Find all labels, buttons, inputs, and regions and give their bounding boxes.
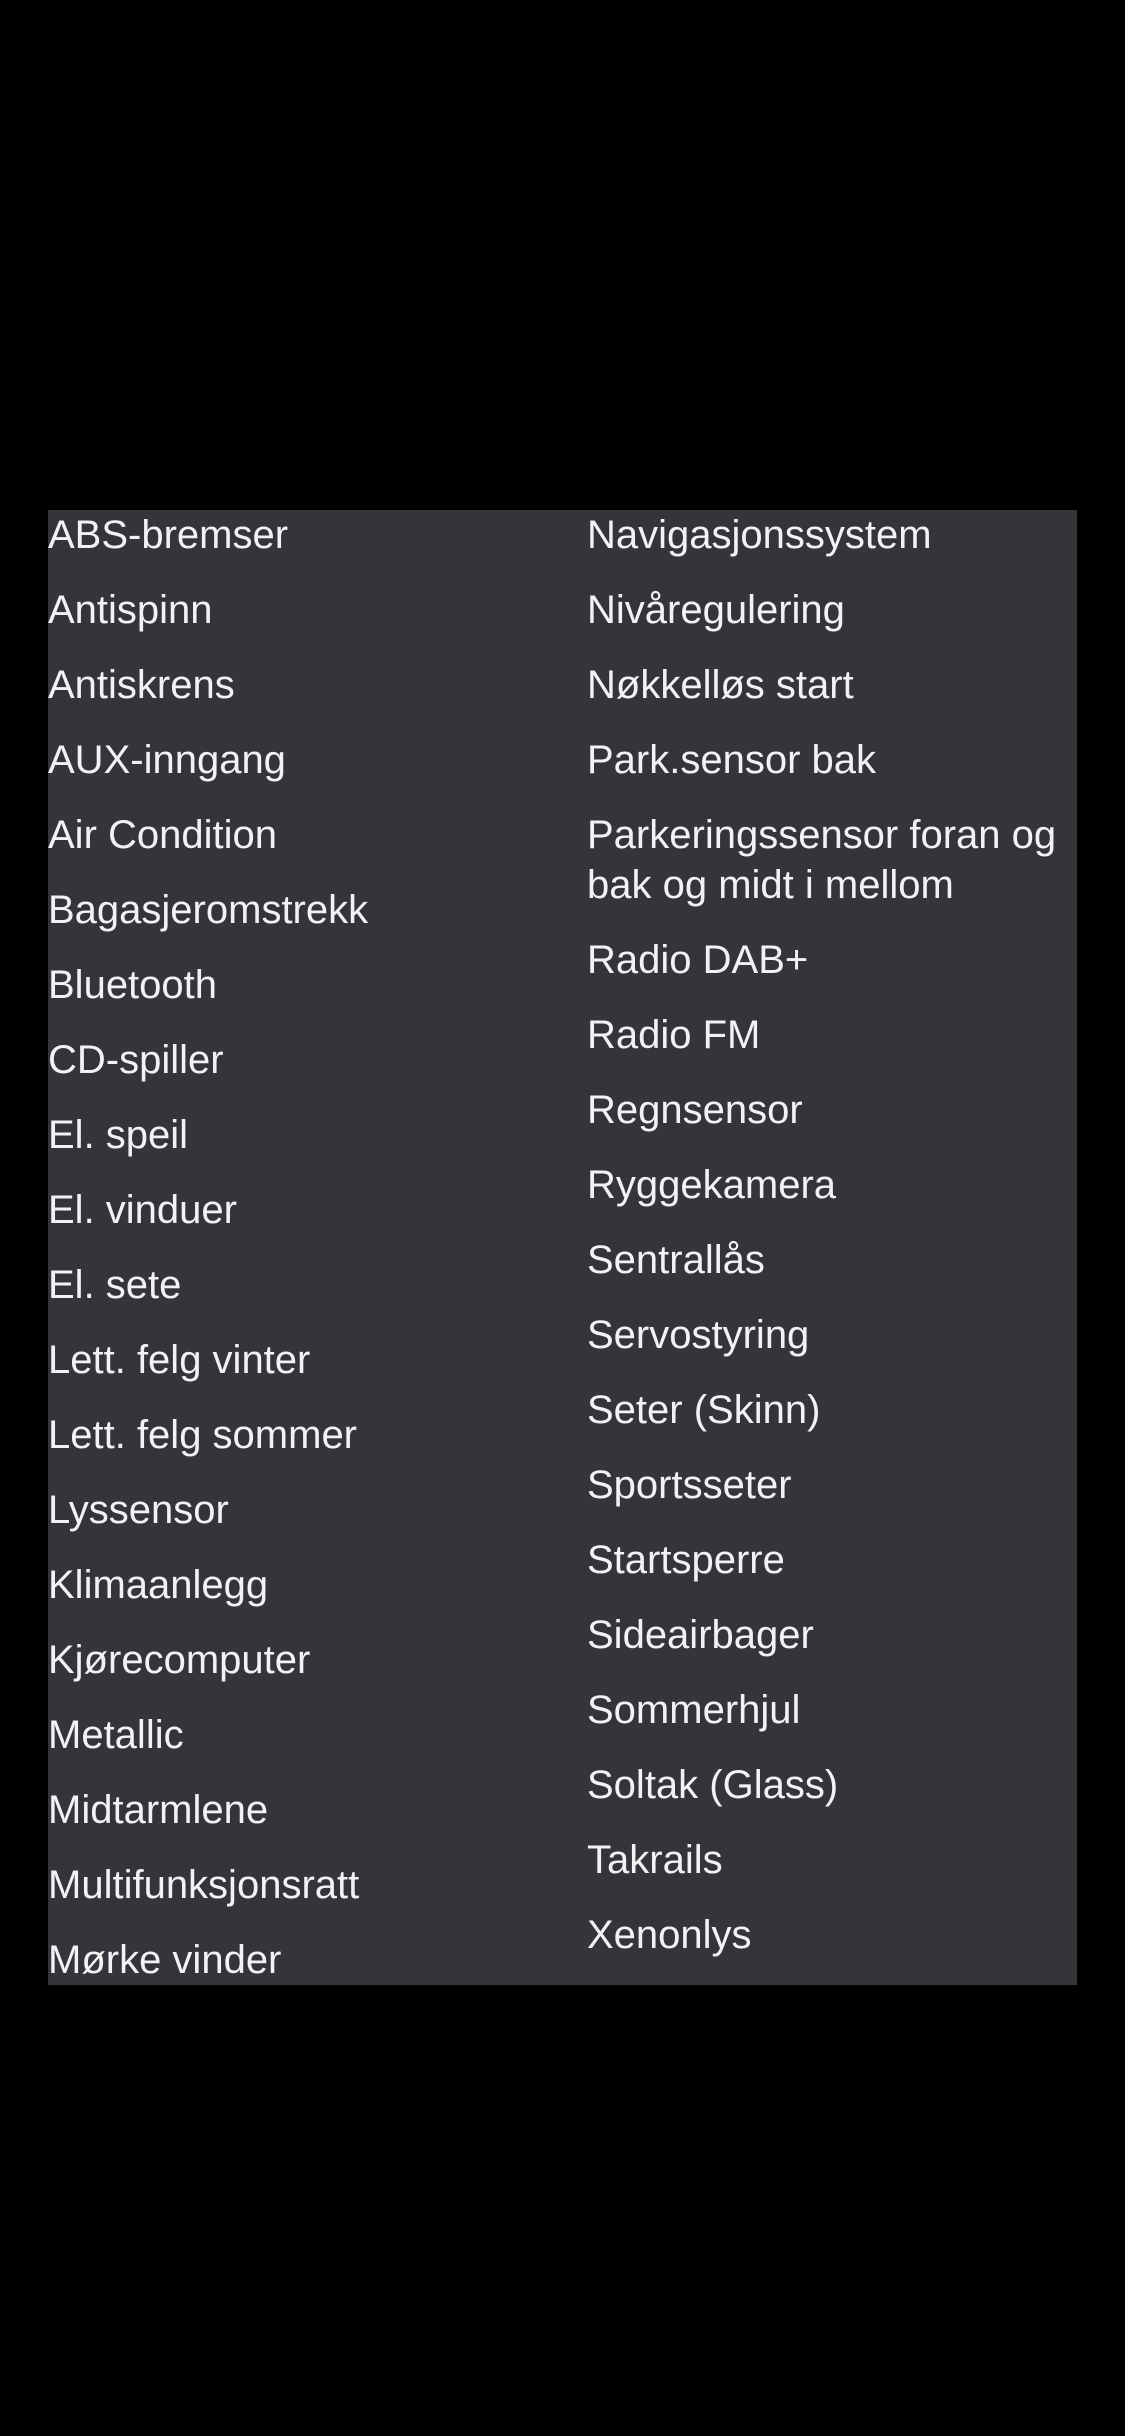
equipment-item: Takrails [587, 1838, 723, 1882]
equipment-item: Antiskrens [48, 663, 235, 707]
equipment-item: Lyssensor [48, 1488, 229, 1532]
equipment-item: Metallic [48, 1713, 184, 1757]
equipment-item: Nivåregulering [587, 588, 845, 632]
equipment-item: Bagasjeromstrekk [48, 888, 369, 932]
equipment-item: Ryggekamera [587, 1163, 837, 1207]
equipment-item: Sommerhjul [587, 1688, 801, 1732]
equipment-item: Antispinn [48, 588, 213, 632]
equipment-item: Multifunksjonsratt [48, 1863, 360, 1907]
equipment-item: Radio DAB+ [587, 938, 809, 982]
equipment-list-panel: ABS-bremser Antispinn Antiskrens AUX-inn… [48, 510, 1077, 1985]
equipment-item: Servostyring [587, 1313, 810, 1357]
equipment-item: Startsperre [587, 1538, 785, 1582]
equipment-item: Sportsseter [587, 1463, 792, 1507]
equipment-item: El. speil [48, 1113, 189, 1157]
equipment-item: Sentrallås [587, 1238, 765, 1282]
equipment-item: El. vinduer [48, 1188, 237, 1232]
equipment-item: Midtarmlene [48, 1788, 269, 1832]
equipment-item: Nøkkelløs start [587, 663, 854, 707]
equipment-item: ABS-bremser [48, 513, 289, 557]
equipment-item: Soltak (Glass) [587, 1763, 839, 1807]
equipment-item: Bluetooth [48, 963, 218, 1007]
equipment-item: Radio FM [587, 1013, 761, 1057]
equipment-item: Sideairbager [587, 1613, 814, 1657]
equipment-item: Park.sensor bak [587, 738, 877, 782]
equipment-item: Navigasjonssystem [587, 513, 932, 557]
equipment-column-right: Navigasjonssystem Nivåregulering Nøkkell… [587, 510, 1067, 1985]
equipment-item: Kjørecomputer [48, 1638, 311, 1682]
equipment-column-left: ABS-bremser Antispinn Antiskrens AUX-inn… [48, 510, 568, 1985]
equipment-item: Parkeringssensor foran og bak og midt i … [587, 813, 1057, 907]
equipment-item: Klimaanlegg [48, 1563, 269, 1607]
equipment-item: CD-spiller [48, 1038, 224, 1082]
equipment-item: Mørke vinder [48, 1938, 282, 1982]
equipment-item: Regnsensor [587, 1088, 803, 1132]
equipment-item: Seter (Skinn) [587, 1388, 821, 1432]
equipment-item: Lett. felg sommer [48, 1413, 358, 1457]
equipment-item: El. sete [48, 1263, 182, 1307]
equipment-item: Xenonlys [587, 1913, 752, 1957]
equipment-item: AUX-inngang [48, 738, 286, 782]
equipment-item: Air Condition [48, 813, 278, 857]
equipment-item: Lett. felg vinter [48, 1338, 311, 1382]
